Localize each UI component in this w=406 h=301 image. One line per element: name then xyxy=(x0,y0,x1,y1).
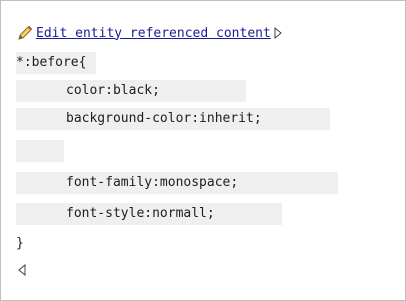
css-declaration-text: background-color:inherit; xyxy=(66,111,262,126)
css-declaration-line[interactable]: background-color:inherit; xyxy=(16,108,330,130)
editor-frame: Edit entity referenced content *:before{… xyxy=(0,0,406,301)
start-tag-marker-icon xyxy=(18,263,26,277)
css-declaration-text: font-style:normall; xyxy=(66,206,215,221)
css-declaration-line[interactable]: font-family:monospace; xyxy=(16,172,338,194)
css-selector-line[interactable]: *:before{ xyxy=(16,52,96,74)
css-declaration-text: color:black; xyxy=(66,83,160,98)
edit-entity-link-row[interactable]: Edit entity referenced content xyxy=(17,23,282,43)
css-closing-brace[interactable]: } xyxy=(16,233,36,255)
edit-entity-link[interactable]: Edit entity referenced content xyxy=(36,26,271,41)
css-declaration-text: font-family:monospace; xyxy=(66,175,239,190)
pencil-icon[interactable] xyxy=(17,25,33,41)
css-empty-line[interactable] xyxy=(16,140,64,162)
css-declaration-line[interactable]: color:black; xyxy=(16,80,246,102)
end-tag-marker-icon xyxy=(274,26,282,40)
css-declaration-line[interactable]: font-style:normall; xyxy=(16,203,282,225)
